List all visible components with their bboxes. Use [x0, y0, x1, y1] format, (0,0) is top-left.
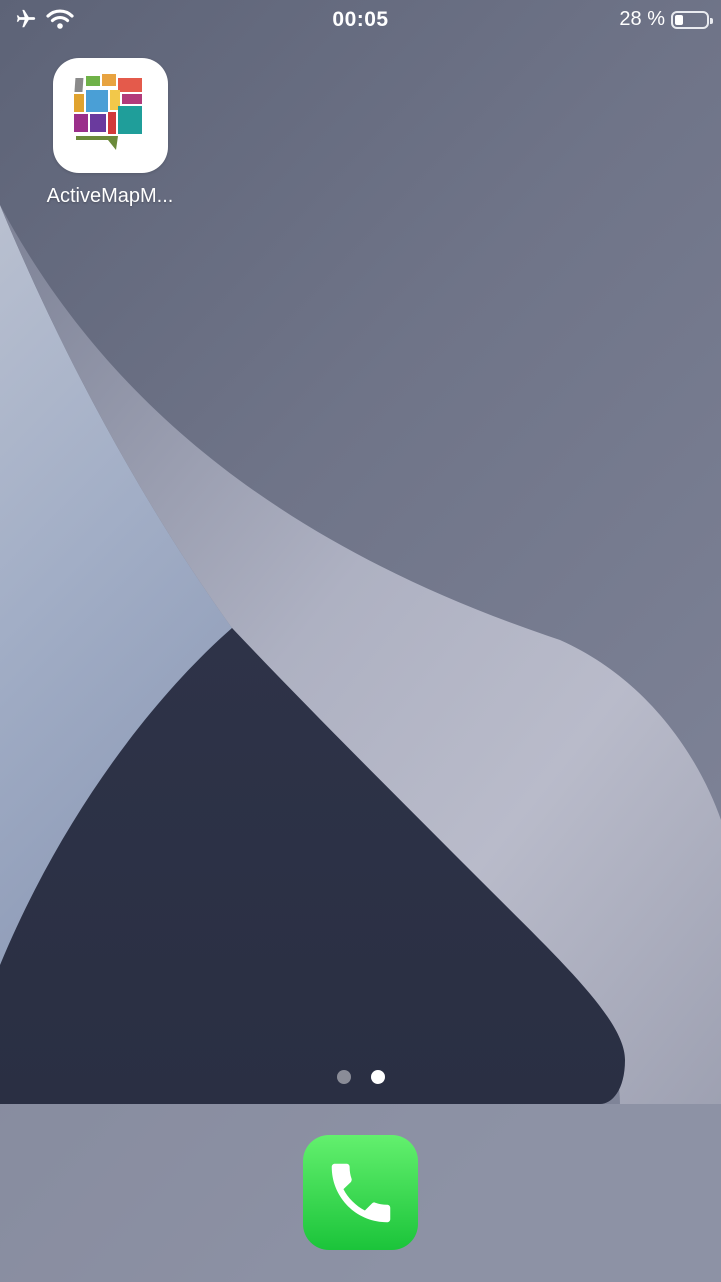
- page-indicator[interactable]: [0, 1070, 721, 1084]
- phone-app-icon[interactable]: [303, 1135, 418, 1250]
- status-bar: 00:05 28 %: [0, 0, 721, 42]
- status-time: 00:05: [332, 8, 389, 31]
- page-dot-1[interactable]: [336, 1070, 351, 1084]
- dock: [0, 1104, 721, 1282]
- battery-nub: [710, 17, 713, 24]
- battery-level: [675, 14, 683, 25]
- activemap-app-icon[interactable]: [52, 58, 168, 173]
- home-screen: 00:05 28 % ActiveMapM...: [0, 0, 721, 1282]
- app-label[interactable]: ActiveMapM...: [36, 185, 184, 208]
- phone-icon: [331, 1163, 390, 1222]
- map-tiles-logo: [74, 73, 142, 150]
- battery-percent: 28 %: [619, 8, 665, 30]
- battery-icon: [671, 10, 713, 29]
- page-dot-2[interactable]: [370, 1070, 385, 1084]
- status-right: 28 %: [619, 8, 713, 31]
- app-activemap[interactable]: ActiveMapM...: [36, 58, 184, 208]
